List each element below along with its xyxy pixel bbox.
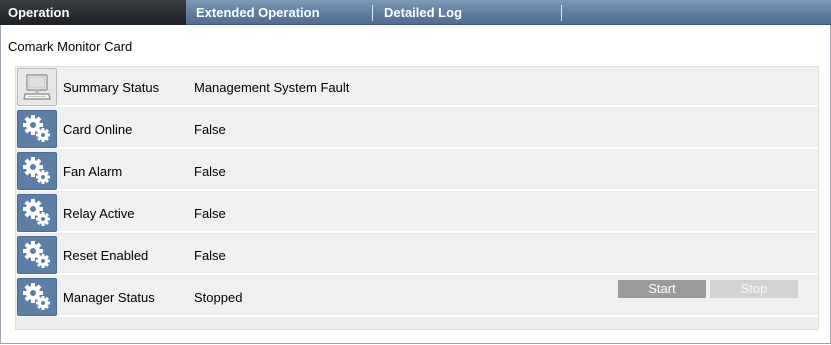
- gears-icon: [17, 236, 57, 274]
- status-row-summary: Summary Status Management System Fault: [16, 67, 818, 107]
- status-value: Stopped: [194, 290, 243, 305]
- tab-bar: Operation Extended Operation Detailed Lo…: [0, 0, 831, 25]
- status-label: Summary Status: [63, 80, 160, 95]
- status-value: False: [194, 206, 226, 221]
- tab-detailed-log[interactable]: Detailed Log: [376, 0, 556, 25]
- computer-icon: [17, 68, 57, 106]
- tab-separator: [561, 5, 562, 21]
- status-value: False: [194, 248, 226, 263]
- status-label: Card Online: [63, 122, 133, 137]
- status-value: Management System Fault: [194, 80, 350, 95]
- tab-extended-operation[interactable]: Extended Operation: [188, 0, 368, 25]
- operation-panel: Comark Monitor Card Summary Status Manag…: [0, 25, 831, 344]
- stop-button[interactable]: Stop: [710, 280, 798, 298]
- tab-operation[interactable]: Operation: [0, 0, 186, 25]
- status-row-fan-alarm: Fan Alarm False: [16, 151, 818, 191]
- gears-icon: [17, 278, 57, 316]
- card-title: Comark Monitor Card: [8, 39, 133, 54]
- gears-icon: [17, 194, 57, 232]
- status-value: False: [194, 122, 226, 137]
- status-label: Relay Active: [63, 206, 135, 221]
- status-row-relay-active: Relay Active False: [16, 193, 818, 233]
- gears-icon: [17, 152, 57, 190]
- status-row-card-online: Card Online False: [16, 109, 818, 149]
- status-label: Manager Status: [63, 290, 155, 305]
- tab-separator: [372, 5, 373, 21]
- status-label: Reset Enabled: [63, 248, 149, 263]
- status-label: Fan Alarm: [63, 164, 123, 179]
- gears-icon: [17, 110, 57, 148]
- start-button[interactable]: Start: [618, 280, 706, 298]
- status-row-reset-enabled: Reset Enabled False: [16, 235, 818, 275]
- status-value: False: [194, 164, 226, 179]
- status-row-manager-status: Manager Status Stopped Start Stop: [16, 277, 818, 317]
- status-grid: Summary Status Management System Fault C…: [15, 66, 819, 330]
